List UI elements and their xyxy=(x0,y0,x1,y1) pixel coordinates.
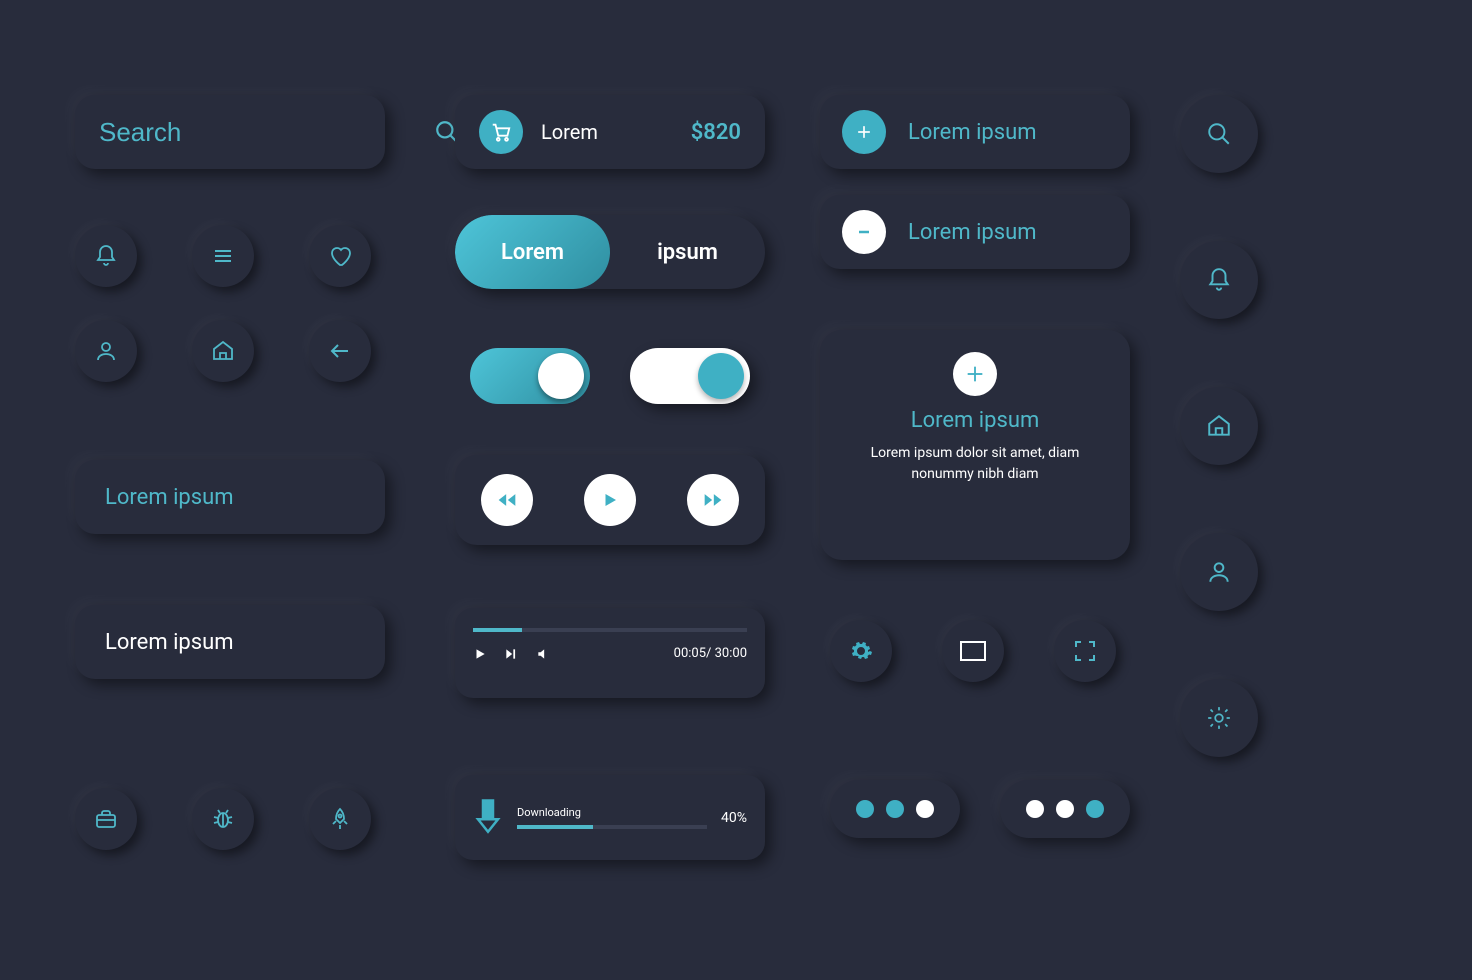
rocket-icon xyxy=(328,807,352,831)
card-add-button[interactable] xyxy=(953,352,997,396)
forward-icon xyxy=(703,490,723,510)
download-percent: 40% xyxy=(721,810,747,826)
pagination-dots-2[interactable] xyxy=(1000,780,1130,838)
back-arrow-icon xyxy=(328,339,352,363)
switch-knob xyxy=(538,353,584,399)
search-button[interactable] xyxy=(1180,95,1258,173)
home-button[interactable] xyxy=(192,320,254,382)
dot xyxy=(886,800,904,818)
dot xyxy=(856,800,874,818)
search-input[interactable] xyxy=(99,117,434,148)
minus-icon xyxy=(842,210,886,254)
progress-fill xyxy=(473,628,522,632)
audio-player: 00:05/ 30:00 xyxy=(455,608,765,698)
home-icon xyxy=(211,339,235,363)
pill-2-label: Lorem ipsum xyxy=(105,630,234,655)
user-icon xyxy=(94,339,118,363)
settings-button[interactable] xyxy=(830,620,892,682)
info-card: Lorem ipsum Lorem ipsum dolor sit amet, … xyxy=(820,330,1130,560)
plus-icon xyxy=(842,110,886,154)
cart-icon xyxy=(479,110,523,154)
play-icon xyxy=(601,491,619,509)
pagination-dots-1[interactable] xyxy=(830,780,960,838)
rocket-button[interactable] xyxy=(309,788,371,850)
settings-button-side[interactable] xyxy=(1180,679,1258,757)
list-item-add[interactable]: Lorem ipsum xyxy=(820,95,1130,169)
next-icon[interactable] xyxy=(503,647,519,661)
volume-icon[interactable] xyxy=(535,647,551,661)
list-add-label: Lorem ipsum xyxy=(908,120,1037,145)
cart-pill[interactable]: Lorem $820 xyxy=(455,95,765,169)
fullscreen-icon xyxy=(1073,639,1097,663)
briefcase-icon xyxy=(94,807,118,831)
download-panel: Downloading 40% xyxy=(455,775,765,860)
download-progress xyxy=(517,825,707,829)
heart-button[interactable] xyxy=(309,225,371,287)
play-icon[interactable] xyxy=(473,647,487,661)
pill-1-label: Lorem ipsum xyxy=(105,485,234,510)
window-button[interactable] xyxy=(942,620,1004,682)
bug-icon xyxy=(211,807,235,831)
segment-inactive[interactable]: ipsum xyxy=(610,215,765,289)
switch-knob xyxy=(698,353,744,399)
dot xyxy=(1056,800,1074,818)
rewind-button[interactable] xyxy=(481,474,533,526)
cart-price: $820 xyxy=(691,120,741,145)
user-button[interactable] xyxy=(75,320,137,382)
search-bar[interactable] xyxy=(75,95,385,169)
search-icon xyxy=(1206,121,1232,147)
bell-button[interactable] xyxy=(75,225,137,287)
gear-icon xyxy=(1206,705,1232,731)
list-remove-label: Lorem ipsum xyxy=(908,220,1037,245)
bell-button-side[interactable] xyxy=(1180,241,1258,319)
segment-active[interactable]: Lorem xyxy=(455,215,610,289)
play-button[interactable] xyxy=(584,474,636,526)
fullscreen-button[interactable] xyxy=(1054,620,1116,682)
cart-label: Lorem xyxy=(541,120,598,144)
window-icon xyxy=(960,641,986,661)
dot-active xyxy=(916,800,934,818)
bug-button[interactable] xyxy=(192,788,254,850)
segmented-toggle[interactable]: Lorem ipsum xyxy=(455,215,765,289)
gear-icon xyxy=(849,639,873,663)
dot xyxy=(1026,800,1044,818)
pill-button-1[interactable]: Lorem ipsum xyxy=(75,460,385,534)
dot-active xyxy=(1086,800,1104,818)
bell-icon xyxy=(1206,267,1232,293)
home-button-side[interactable] xyxy=(1180,387,1258,465)
progress-track[interactable] xyxy=(473,628,747,632)
bell-icon xyxy=(94,244,118,268)
list-item-remove[interactable]: Lorem ipsum xyxy=(820,195,1130,269)
rewind-icon xyxy=(497,490,517,510)
plus-icon xyxy=(964,363,986,385)
menu-icon xyxy=(211,244,235,268)
media-controls xyxy=(455,455,765,545)
heart-icon xyxy=(328,244,352,268)
back-button[interactable] xyxy=(309,320,371,382)
user-icon xyxy=(1206,559,1232,585)
download-icon xyxy=(473,799,503,837)
card-body: Lorem ipsum dolor sit amet, diam nonummy… xyxy=(842,443,1108,485)
home-icon xyxy=(1206,413,1232,439)
menu-button[interactable] xyxy=(192,225,254,287)
pill-button-2[interactable]: Lorem ipsum xyxy=(75,605,385,679)
forward-button[interactable] xyxy=(687,474,739,526)
download-label: Downloading xyxy=(517,806,707,819)
switch-on-teal[interactable] xyxy=(470,348,590,404)
briefcase-button[interactable] xyxy=(75,788,137,850)
card-title: Lorem ipsum xyxy=(911,408,1040,433)
user-button-side[interactable] xyxy=(1180,533,1258,611)
time-display: 00:05/ 30:00 xyxy=(674,646,747,661)
switch-on-white[interactable] xyxy=(630,348,750,404)
